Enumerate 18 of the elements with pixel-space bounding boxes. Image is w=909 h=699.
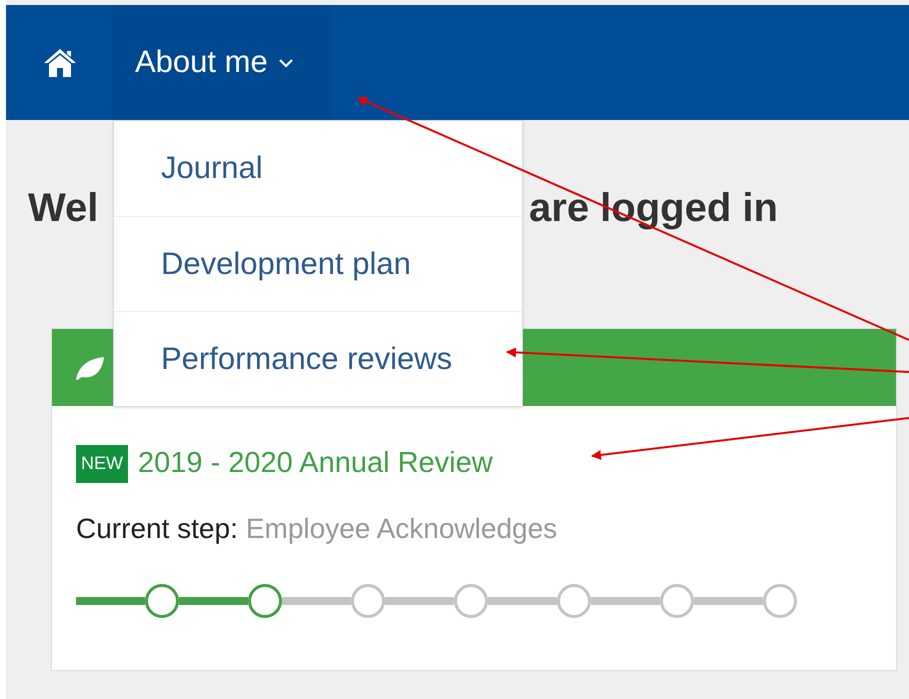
menu-item[interactable]: Development plan (114, 216, 522, 311)
step-connector (385, 596, 454, 604)
step-connector (591, 596, 660, 604)
heading-text: Wel (28, 185, 98, 232)
menu-item[interactable]: Journal (114, 121, 522, 216)
chevron-down-icon (278, 58, 294, 68)
step-label: Current step: (76, 512, 238, 546)
new-badge: NEW (76, 444, 128, 483)
home-icon (42, 46, 78, 78)
step-connector (694, 596, 763, 604)
step-connector (282, 596, 351, 604)
heading-text: are logged in (529, 185, 778, 232)
step-connector (179, 596, 248, 604)
step-connector (76, 596, 145, 604)
about-me-menu[interactable]: About me (113, 5, 330, 120)
step-connector (488, 596, 557, 604)
menu-item[interactable]: Performance reviews (114, 311, 522, 406)
step-value: Employee Acknowledges (246, 512, 558, 546)
